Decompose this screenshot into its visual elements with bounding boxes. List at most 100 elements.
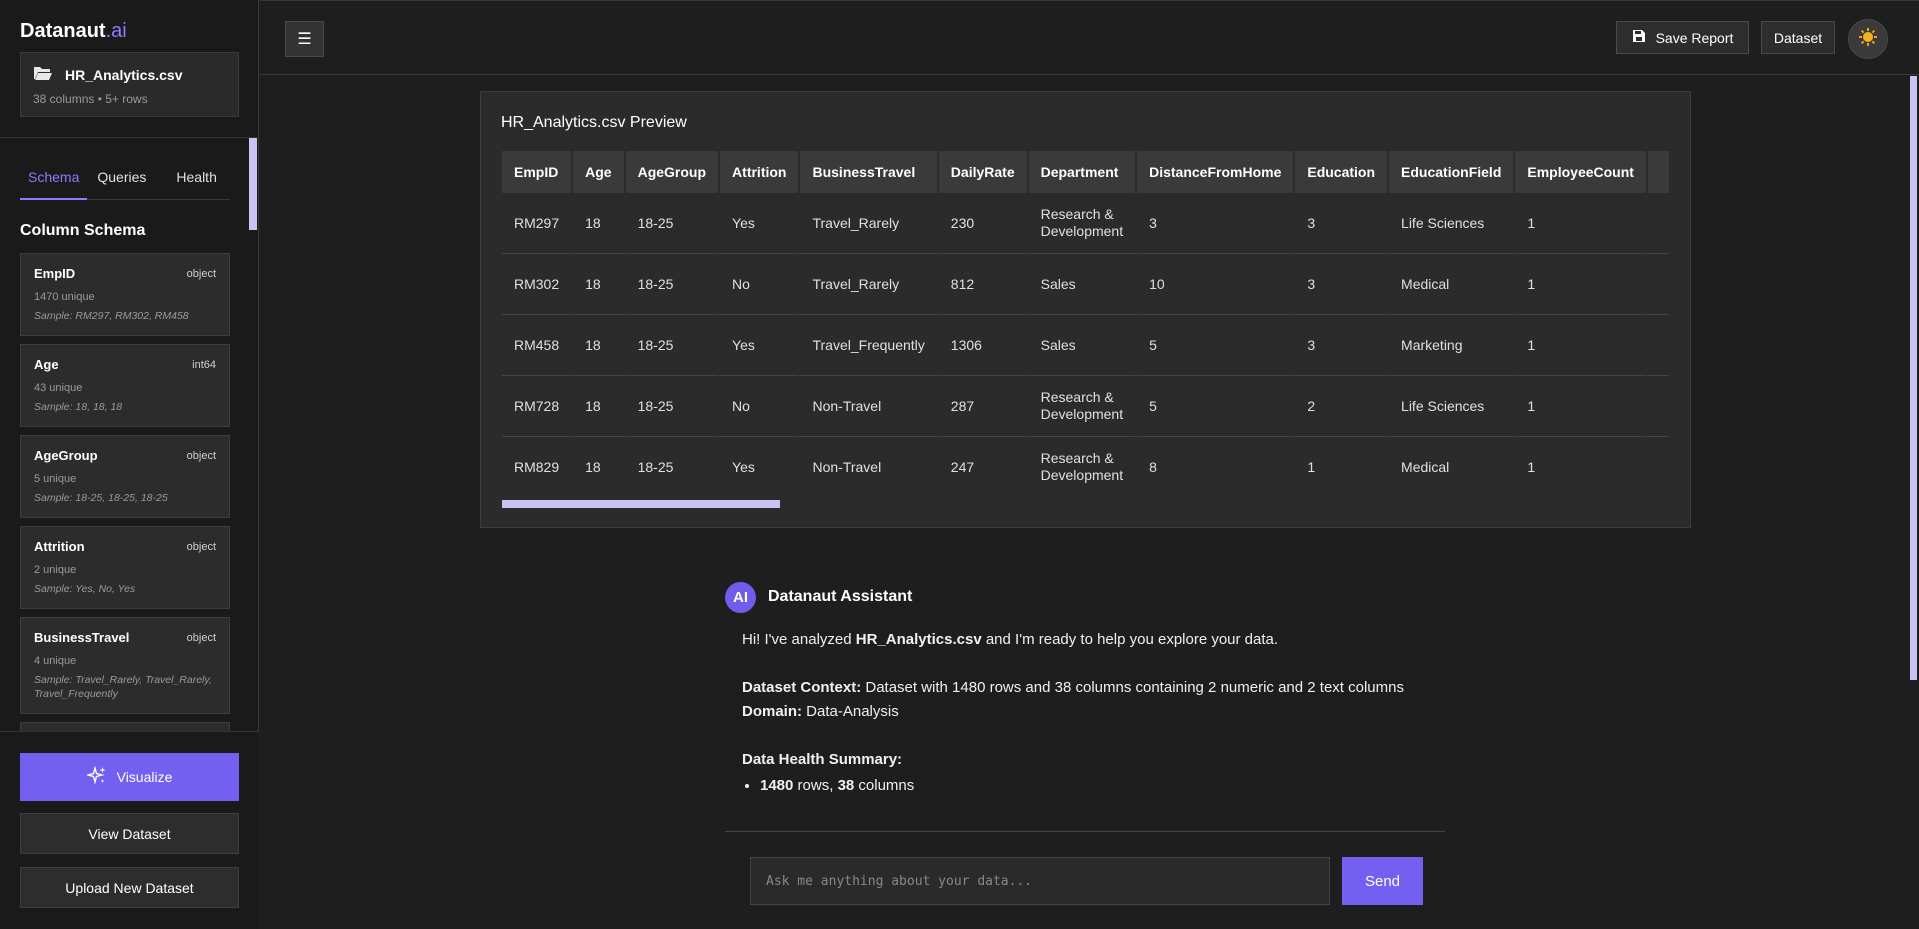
list-item: 1480 rows, 38 columns	[760, 774, 1425, 798]
column-card-agegroup[interactable]: AgeGroup object 5 unique Sample: 18-25, 1…	[20, 435, 230, 518]
context-label: Dataset Context:	[742, 679, 862, 696]
sidebar-tabs: Schema Queries Health	[20, 160, 230, 200]
table-cell: RM297	[502, 193, 574, 254]
table-cell: 18-25	[625, 254, 721, 315]
current-file-card[interactable]: HR_Analytics.csv 38 columns • 5+ rows	[20, 52, 239, 117]
column-header[interactable]: EmployeeCount	[1515, 151, 1648, 193]
column-header[interactable]: BusinessTravel	[800, 151, 939, 193]
theme-toggle-button[interactable]	[1848, 19, 1888, 59]
table-cell	[1647, 254, 1669, 315]
table-cell: 18	[573, 193, 626, 254]
upload-dataset-button[interactable]: Upload New Dataset	[20, 867, 239, 908]
tab-queries[interactable]: Queries	[89, 160, 154, 200]
context-value: Dataset with 1480 rows and 38 columns co…	[861, 679, 1404, 696]
table-cell: 18-25	[626, 437, 721, 497]
save-report-label: Save Report	[1655, 29, 1734, 46]
brand-name: Datanaut	[20, 20, 106, 42]
table-header-row: EmpID Age AgeGroup Attrition BusinessTra…	[502, 151, 1669, 193]
column-name: Attrition	[34, 539, 85, 554]
column-name: EmpID	[34, 266, 76, 281]
column-header[interactable]: DailyRate	[938, 151, 1029, 193]
column-card-attrition[interactable]: Attrition object 2 unique Sample: Yes, No…	[20, 526, 230, 609]
chat-thread: AI Datanaut Assistant Hi! I've analyzed …	[725, 580, 1445, 832]
sidebar: Datanaut.ai HR_Analytics.csv 38 columns …	[0, 0, 259, 929]
column-name: AgeGroup	[34, 448, 98, 463]
column-header[interactable]: EducationField	[1389, 151, 1516, 193]
assistant-message: Hi! I've analyzed HR_Analytics.csv and I…	[725, 614, 1425, 798]
context-text: Dataset Context: Dataset with 1480 rows …	[742, 676, 1425, 724]
tab-health[interactable]: Health	[168, 160, 224, 200]
column-card-partial[interactable]	[20, 722, 230, 731]
table-cell: 18	[573, 376, 626, 437]
avatar: AI	[725, 581, 756, 613]
column-header[interactable]: EmpID	[502, 151, 574, 193]
divider	[0, 137, 259, 138]
table-cell: 1306	[938, 315, 1029, 376]
column-sample: Sample: Travel_Rarely, Travel_Rarely, Tr…	[34, 674, 212, 700]
table-cell: Medical	[1389, 254, 1516, 315]
table-horizontal-scrollbar[interactable]	[502, 500, 780, 508]
preview-table-container: EmpID Age AgeGroup Attrition BusinessTra…	[502, 151, 1669, 497]
main-scrollbar[interactable]	[1910, 76, 1917, 680]
column-unique: 5 unique	[34, 473, 77, 485]
table-cell: Life Sciences	[1389, 376, 1516, 437]
chat-input[interactable]: Ask me anything about your data...	[750, 857, 1330, 905]
column-header[interactable]: Age	[573, 151, 626, 193]
visualize-label: Visualize	[116, 769, 173, 785]
greeting-file: HR_Analytics.csv	[855, 631, 982, 648]
tab-schema[interactable]: Schema	[20, 160, 88, 200]
column-card-businesstravel[interactable]: BusinessTravel object 4 unique Sample: Tr…	[20, 617, 230, 714]
top-bar: ☰ Save Report Dataset	[260, 0, 1919, 75]
column-header[interactable]: Department	[1028, 151, 1138, 193]
menu-icon: ☰	[297, 31, 312, 48]
table-cell: 3	[1295, 254, 1390, 315]
column-name: Age	[34, 357, 59, 372]
table-cell: 1	[1515, 193, 1648, 254]
table-cell: Yes	[720, 437, 801, 497]
column-header	[1647, 151, 1669, 193]
visualize-button[interactable]: Visualize	[20, 753, 239, 801]
health-list: 1480 rows, 38 columns	[760, 774, 1425, 798]
file-meta: 38 columns • 5+ rows	[33, 92, 148, 106]
table-cell: Research & Development	[1028, 376, 1138, 437]
column-header[interactable]: Attrition	[720, 151, 801, 193]
table-cell: 1	[1295, 437, 1390, 497]
table-cell: No	[720, 376, 801, 437]
table-cell: Research & Development	[1028, 193, 1138, 254]
table-cell	[1647, 376, 1669, 437]
table-body: RM297 18 18-25 Yes Travel_Rarely 230 Research …	[502, 193, 1669, 497]
columns-count: 38	[837, 777, 855, 794]
table-cell: 3	[1295, 193, 1390, 254]
table-cell: 3	[1137, 193, 1296, 254]
menu-toggle-button[interactable]: ☰	[285, 21, 324, 57]
column-header[interactable]: Education	[1295, 151, 1390, 193]
column-card-age[interactable]: Age int64 43 unique Sample: 18, 18, 18	[20, 344, 230, 427]
table-cell: Non-Travel	[800, 376, 939, 437]
table-cell: 18	[573, 254, 626, 315]
table-cell: 1	[1515, 315, 1648, 376]
greeting-post: and I'm ready to help you explore your d…	[981, 631, 1279, 648]
column-header[interactable]: AgeGroup	[625, 151, 721, 193]
column-sample: Sample: RM297, RM302, RM458	[34, 310, 189, 322]
view-dataset-button[interactable]: View Dataset	[20, 813, 239, 854]
dataset-button[interactable]: Dataset	[1761, 21, 1835, 54]
column-type: object	[186, 631, 216, 644]
brand-suffix: .ai	[105, 20, 127, 42]
sidebar-scrollbar[interactable]	[249, 138, 257, 230]
table-cell: Yes	[720, 315, 801, 376]
table-cell: Life Sciences	[1389, 193, 1516, 254]
greeting-text: Hi! I've analyzed HR_Analytics.csv and I…	[742, 628, 1425, 652]
column-type: object	[186, 540, 216, 553]
table-cell: Travel_Rarely	[800, 193, 939, 254]
column-card-empid[interactable]: EmpID object 1470 unique Sample: RM297, R…	[20, 253, 230, 336]
table-row: RM458 18 18-25 Yes Travel_Frequently 1306 Sale…	[502, 315, 1669, 376]
rows-count: 1480	[760, 777, 794, 794]
send-button[interactable]: Send	[1342, 857, 1423, 905]
save-report-button[interactable]: Save Report	[1616, 21, 1749, 54]
table-row: RM728 18 18-25 No Non-Travel 287 Research & De…	[502, 376, 1669, 437]
column-unique: 43 unique	[34, 382, 83, 394]
column-header[interactable]: DistanceFromHome	[1137, 151, 1296, 193]
domain-label: Domain:	[742, 703, 802, 720]
table-row: RM297 18 18-25 Yes Travel_Rarely 230 Research …	[502, 193, 1669, 254]
table-cell: Marketing	[1389, 315, 1516, 376]
